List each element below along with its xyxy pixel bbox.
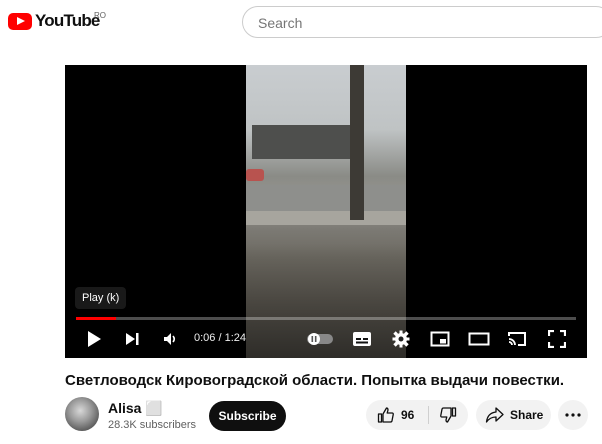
miniplayer-icon bbox=[430, 331, 450, 347]
video-scene-car bbox=[246, 169, 264, 181]
miniplayer-button[interactable] bbox=[429, 327, 451, 351]
video-title: Светловодск Кировоградской области. Попы… bbox=[65, 372, 565, 389]
cast-button[interactable] bbox=[506, 327, 528, 351]
youtube-play-icon bbox=[8, 12, 32, 30]
settings-icon bbox=[392, 330, 410, 348]
search-input[interactable] bbox=[256, 13, 600, 33]
youtube-logo[interactable]: YouTube RO bbox=[8, 10, 106, 32]
volume-icon bbox=[164, 333, 176, 345]
thumbs-down-icon bbox=[440, 407, 457, 423]
play-button[interactable] bbox=[83, 327, 105, 351]
volume-button[interactable] bbox=[159, 327, 181, 351]
theater-mode-icon bbox=[468, 332, 490, 346]
like-dislike-group: 96 bbox=[366, 400, 468, 430]
channel-name[interactable]: Alisa ⬜ bbox=[108, 400, 163, 417]
settings-button[interactable] bbox=[390, 327, 412, 351]
search-box[interactable] bbox=[242, 6, 602, 38]
video-player[interactable]: Play (k) 0:06 / 1:24 bbox=[65, 65, 587, 358]
play-icon bbox=[88, 331, 101, 347]
progress-played bbox=[76, 317, 116, 320]
share-icon bbox=[485, 407, 504, 423]
share-button[interactable]: Share bbox=[476, 400, 551, 430]
next-button[interactable] bbox=[121, 327, 143, 351]
next-icon bbox=[126, 333, 139, 345]
progress-bar[interactable] bbox=[76, 317, 576, 320]
masthead: YouTube RO bbox=[0, 0, 602, 44]
subscriber-count: 28.3K subscribers bbox=[108, 419, 197, 431]
theater-mode-button[interactable] bbox=[467, 327, 491, 351]
play-tooltip: Play (k) bbox=[75, 287, 127, 309]
dislike-button[interactable] bbox=[429, 400, 468, 430]
subtitles-icon bbox=[353, 332, 371, 346]
subtitles-button[interactable] bbox=[351, 327, 373, 351]
autoplay-toggle[interactable] bbox=[305, 327, 335, 351]
subscribe-button[interactable]: Subscribe bbox=[209, 401, 286, 431]
cast-icon bbox=[508, 332, 526, 346]
more-horizontal-icon bbox=[565, 413, 581, 417]
country-code: RO bbox=[94, 11, 106, 20]
fullscreen-button[interactable] bbox=[546, 327, 568, 351]
like-count: 96 bbox=[401, 408, 415, 422]
channel-avatar[interactable] bbox=[65, 397, 99, 431]
more-actions-button[interactable] bbox=[558, 400, 588, 430]
fullscreen-icon bbox=[548, 330, 566, 348]
logo-text: YouTube bbox=[35, 11, 100, 30]
video-scene-road bbox=[246, 185, 406, 211]
like-button[interactable]: 96 bbox=[366, 400, 426, 430]
share-label: Share bbox=[510, 408, 544, 422]
autoplay-toggle-icon bbox=[307, 333, 333, 345]
video-scene-tree bbox=[350, 65, 364, 220]
thumbs-up-icon bbox=[377, 407, 394, 423]
video-scene-curb bbox=[246, 211, 406, 225]
time-display: 0:06 / 1:24 bbox=[194, 332, 246, 344]
video-scene-building bbox=[252, 125, 352, 159]
